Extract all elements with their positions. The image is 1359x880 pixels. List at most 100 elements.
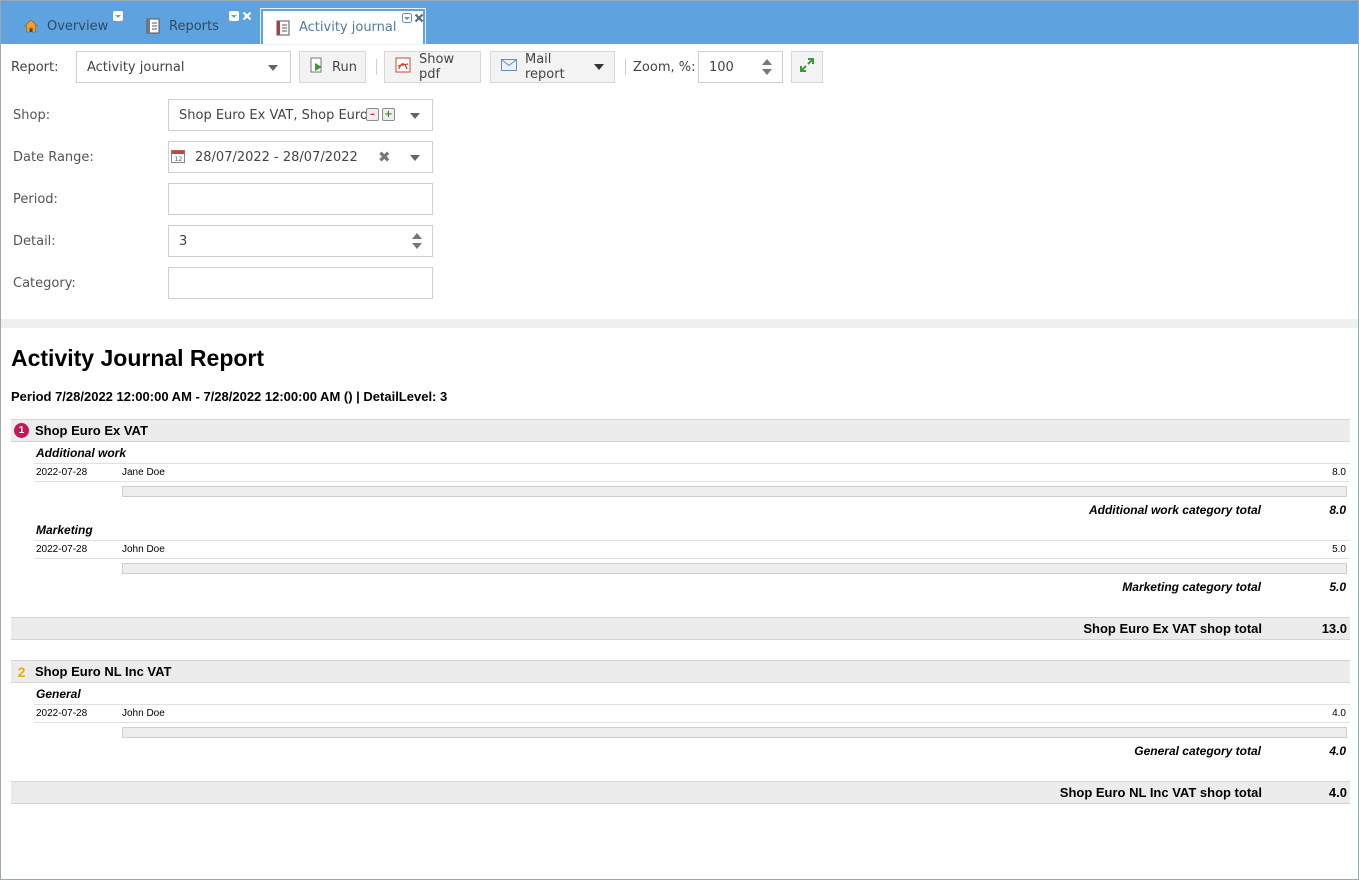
- row-divider: [34, 481, 1350, 482]
- run-button-label: Run: [332, 59, 357, 75]
- period-field[interactable]: [168, 183, 433, 215]
- toolbar-separator: [376, 59, 377, 75]
- zoom-label: Zoom, %:: [633, 60, 696, 75]
- shop-select[interactable]: Shop Euro Ex VAT, Shop Euro – +: [168, 99, 433, 131]
- shop-total-label: Shop Euro NL Inc VAT shop total: [1059, 785, 1262, 800]
- category-total-value: 4.0: [1329, 744, 1346, 758]
- tab-overview-menu-icon[interactable]: [113, 11, 123, 24]
- tab-activity-journal-label: Activity journal: [299, 20, 397, 35]
- category-total-label: General category total: [1134, 744, 1261, 758]
- shop-total-value: 4.0: [1328, 785, 1347, 800]
- category-total-value: 5.0: [1329, 580, 1346, 594]
- pdf-icon: [395, 57, 411, 77]
- period-label: Period:: [13, 192, 58, 207]
- spinner-arrows[interactable]: [762, 59, 772, 75]
- row-value: 8.0: [1332, 467, 1346, 478]
- chevron-down-icon: [594, 64, 604, 70]
- chevron-down-icon[interactable]: [410, 113, 420, 119]
- category-total-label: Marketing category total: [1122, 580, 1261, 594]
- clear-icon[interactable]: ✖: [378, 148, 391, 166]
- detail-value: 3: [179, 233, 188, 249]
- add-icon[interactable]: +: [382, 108, 395, 121]
- spinner-up-icon[interactable]: [762, 59, 772, 65]
- spinner-arrows[interactable]: [412, 233, 422, 249]
- date-range-field[interactable]: 12 28/07/2022 - 28/07/2022 ✖: [168, 141, 433, 173]
- chevron-down-icon[interactable]: [410, 155, 420, 161]
- spinner-up-icon[interactable]: [412, 233, 422, 239]
- row-divider: [34, 463, 1350, 464]
- mail-report-button[interactable]: Mail report: [490, 51, 615, 83]
- detail-spinner[interactable]: 3: [168, 225, 433, 257]
- row-bar: [122, 486, 1347, 497]
- row-divider: [34, 540, 1350, 541]
- tab-reports-label: Reports: [169, 18, 219, 34]
- category-total-label: Additional work category total: [1088, 503, 1261, 517]
- tab-reports[interactable]: Reports: [145, 9, 252, 43]
- shop-label: Shop:: [13, 108, 51, 123]
- calendar-icon[interactable]: 12: [171, 149, 187, 165]
- tab-activity-journal-menu-icon[interactable]: [402, 13, 412, 26]
- tab-activity-journal-close-icon[interactable]: [414, 13, 424, 26]
- shop-select-value: Shop Euro Ex VAT, Shop Euro: [179, 107, 368, 123]
- home-icon: [23, 18, 39, 34]
- row-date: 2022-07-28: [36, 467, 88, 478]
- fullscreen-button[interactable]: [791, 51, 823, 83]
- category-field[interactable]: [168, 267, 433, 299]
- toolbar-separator: [625, 59, 626, 75]
- mail-icon: [501, 59, 517, 75]
- category-heading: Marketing: [36, 523, 93, 537]
- row-bar: [122, 727, 1347, 738]
- chevron-down-icon: [268, 65, 278, 71]
- report-title: Activity Journal Report: [11, 345, 265, 371]
- show-pdf-button[interactable]: Show pdf: [384, 51, 481, 83]
- svg-text:12: 12: [175, 156, 183, 163]
- row-divider: [34, 722, 1350, 723]
- remove-icon[interactable]: –: [366, 108, 379, 121]
- shop-total-row: Shop Euro Ex VAT shop total 13.0: [11, 617, 1350, 640]
- date-range-value: 28/07/2022 - 28/07/2022: [195, 149, 358, 165]
- section-divider: [1, 319, 1358, 328]
- row-date: 2022-07-28: [36, 544, 88, 555]
- shop-total-row: Shop Euro NL Inc VAT shop total 4.0: [11, 781, 1350, 804]
- report-subtitle: Period 7/28/2022 12:00:00 AM - 7/28/2022…: [11, 389, 448, 404]
- expand-icon: [799, 57, 815, 77]
- report-label: Report:: [11, 60, 59, 75]
- shop-name: Shop Euro NL Inc VAT: [35, 664, 172, 679]
- tab-overview[interactable]: Overview: [23, 9, 123, 43]
- row-date: 2022-07-28: [36, 708, 88, 719]
- rank-badge-icon: 2: [17, 663, 26, 680]
- shop-header: 1 Shop Euro Ex VAT: [11, 419, 1350, 442]
- row-divider: [34, 704, 1350, 705]
- row-bar: [122, 563, 1347, 574]
- show-pdf-label: Show pdf: [419, 52, 455, 82]
- category-heading: Additional work: [36, 446, 126, 460]
- run-icon: [310, 57, 324, 77]
- zoom-spinner[interactable]: 100: [698, 51, 783, 83]
- rank-badge-icon: 1: [14, 423, 29, 438]
- mail-report-label: Mail report: [525, 52, 565, 82]
- row-value: 4.0: [1332, 708, 1346, 719]
- report-toolbar: Report: Activity journal Run Show pdf Ma…: [1, 44, 1358, 92]
- report-book-icon: [145, 18, 161, 34]
- shop-header: 2 Shop Euro NL Inc VAT: [11, 660, 1350, 683]
- spinner-down-icon[interactable]: [762, 69, 772, 75]
- tab-activity-journal[interactable]: Activity journal: [260, 8, 426, 45]
- shop-name: Shop Euro Ex VAT: [35, 423, 148, 438]
- report-select-value: Activity journal: [87, 59, 185, 75]
- tab-reports-menu-icon[interactable]: [229, 11, 239, 24]
- detail-label: Detail:: [13, 234, 56, 249]
- spinner-down-icon[interactable]: [412, 243, 422, 249]
- row-value: 5.0: [1332, 544, 1346, 555]
- tab-reports-close-icon[interactable]: [242, 11, 252, 24]
- run-button[interactable]: Run: [299, 51, 366, 83]
- category-total-value: 8.0: [1329, 503, 1346, 517]
- zoom-value: 100: [709, 59, 734, 75]
- shop-total-label: Shop Euro Ex VAT shop total: [1083, 621, 1262, 636]
- report-book-icon: [275, 20, 291, 36]
- tab-overview-label: Overview: [47, 18, 109, 34]
- tab-bar: Overview Reports Activity journal: [1, 1, 1358, 45]
- report-select[interactable]: Activity journal: [76, 51, 291, 83]
- date-range-label: Date Range:: [13, 150, 94, 165]
- category-label: Category:: [13, 276, 76, 291]
- shop-total-value: 13.0: [1321, 621, 1347, 636]
